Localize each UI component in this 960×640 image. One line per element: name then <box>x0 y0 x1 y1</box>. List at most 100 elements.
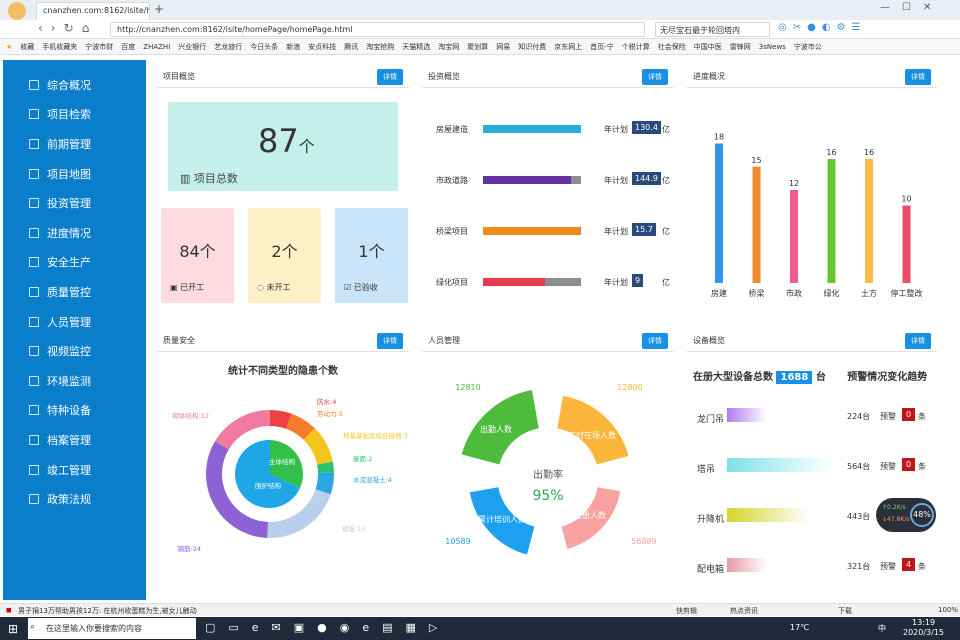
bookmark-item[interactable]: 收藏 <box>20 39 34 52</box>
browser-tab[interactable]: cnanzhen.com:8162/isite/hom <box>36 2 150 20</box>
investment-row-name: 市政道路 <box>436 176 468 185</box>
investment-plan-label: 年计划 <box>604 227 628 236</box>
sidebar-item[interactable]: 综合概况 <box>3 70 146 100</box>
browser-tab-bar: cnanzhen.com:8162/isite/hom + —☐✕ <box>0 0 960 20</box>
user-avatar[interactable] <box>8 2 26 20</box>
bookmark-item[interactable]: 百度 <box>121 39 135 52</box>
new-tab-icon[interactable]: + <box>154 2 164 16</box>
sidebar-item[interactable]: 环境监测 <box>3 366 146 396</box>
bookmark-item[interactable]: 淘宝抢购 <box>366 39 394 52</box>
bookmark-item[interactable]: 3sNews <box>759 40 786 51</box>
bookmark-item[interactable]: 安贞科技 <box>308 39 336 52</box>
sidebar-item[interactable]: 项目地图 <box>3 159 146 189</box>
personnel-detail-button[interactable]: 详情 <box>642 332 668 349</box>
inner-label-enclosure: 围护结构 <box>255 481 282 490</box>
bookmark-item[interactable]: 兴业银行 <box>178 39 206 52</box>
bookmark-item[interactable]: 个税计算 <box>622 39 650 52</box>
personnel-segment-label: 出勤人数 <box>480 424 512 434</box>
bookmark-item[interactable]: ZHAZHI <box>143 40 170 51</box>
investment-plan-label: 年计划 <box>604 125 628 134</box>
bookmark-item[interactable]: 京东网上 <box>554 39 582 52</box>
sidebar-item[interactable]: 质量管控 <box>3 277 146 307</box>
status-item-3[interactable]: 下载 <box>838 606 852 616</box>
bookmark-item[interactable]: 宁波市财 <box>85 39 113 52</box>
bookmark-item[interactable]: 知识付费 <box>518 39 546 52</box>
nav-arrows-icon[interactable]: ‹›↻⌂ <box>38 21 97 35</box>
bookmark-item[interactable]: 网易 <box>496 39 510 52</box>
bookmark-item[interactable]: 雷锋网 <box>730 39 751 52</box>
bookmark-item[interactable]: 淘宝网 <box>438 39 459 52</box>
sidebar-item-label: 安全生产 <box>47 256 91 270</box>
equipment-detail-button[interactable]: 详情 <box>905 332 931 349</box>
progress-bar <box>790 190 798 283</box>
sidebar-item[interactable]: 项目检索 <box>3 100 146 130</box>
bookmark-star-icon[interactable]: ★ <box>6 40 12 51</box>
sidebar-item-label: 视频监控 <box>47 345 91 359</box>
progress-panel: 进度概况 详情 18 房建 15 桥梁 12 市政 16 绿化 16 土方 10 停工整改 <box>687 66 937 310</box>
url-input[interactable]: http://cnanzhen.com:8162/isite/homePage/… <box>110 22 645 37</box>
bookmark-item[interactable]: 今日头条 <box>250 39 278 52</box>
windows-start-icon[interactable]: ⊞ <box>8 622 18 636</box>
sidebar-item-label: 项目地图 <box>47 167 91 181</box>
equipment-bar <box>727 458 831 472</box>
taskbar-app-icons[interactable]: ▢▭e✉▣●◉e▤▦▷ <box>205 621 450 634</box>
news-icon: ◼ <box>6 606 12 614</box>
sidebar-item[interactable]: 进度情况 <box>3 218 146 248</box>
investment-currency: 亿 <box>662 278 670 287</box>
bookmark-item[interactable]: 新浪 <box>286 39 300 52</box>
sidebar-item-label: 政策法规 <box>47 493 91 507</box>
equipment-total-value: 1688 <box>776 371 813 384</box>
quality-slice-label: 屋面:2 <box>353 455 372 463</box>
sidebar-item[interactable]: 政策法规 <box>3 484 146 514</box>
toolbar-icons[interactable]: ◎✂●◐⚙☰ <box>778 22 956 37</box>
quality-title: 质量安全 <box>163 336 195 345</box>
quality-slice-label: 防水:4 <box>317 397 336 406</box>
sidebar-item[interactable]: 安全生产 <box>3 248 146 278</box>
sidebar-item[interactable]: 视频监控 <box>3 336 146 366</box>
progress-bar <box>752 166 761 283</box>
sidebar-item[interactable]: 前期管理 <box>3 129 146 159</box>
equipment-row-name: 升降机 <box>697 515 725 525</box>
sidebar-item[interactable]: 人员管理 <box>3 307 146 337</box>
quality-detail-button[interactable]: 详情 <box>377 332 403 349</box>
bookmark-item[interactable]: 宁波市公 <box>794 39 822 52</box>
sidebar-item[interactable]: 投资管理 <box>3 188 146 218</box>
sidebar-item-label: 进度情况 <box>47 226 91 240</box>
project-total-card: 87个 ▥ 项目总数 <box>168 102 398 191</box>
status-item-2[interactable]: 热点资讯 <box>730 606 758 616</box>
progress-bar-value: 16 <box>864 148 874 157</box>
browser-search-input[interactable]: 无尽宝石最于轮回塔内 <box>655 22 770 37</box>
sidebar-item[interactable]: 竣工管理 <box>3 455 146 485</box>
net-speed-widget[interactable]: ↑0.2K/s ↓47.8K/s 48% <box>876 498 936 532</box>
investment-detail-button[interactable]: 详情 <box>642 68 668 85</box>
taskbar-ime[interactable]: 中 <box>878 623 886 634</box>
bookmark-item[interactable]: 艺龙旅行 <box>214 39 242 52</box>
menu-item-icon <box>29 109 39 120</box>
status-item-1[interactable]: 快剪辑 <box>676 606 697 616</box>
bookmark-item[interactable]: 首页-宁 <box>590 39 614 52</box>
progress-bar-value: 10 <box>901 195 911 204</box>
project-detail-button[interactable]: 详情 <box>377 68 403 85</box>
progress-bar-chart: 18 房建 15 桥梁 12 市政 16 绿化 16 土方 10 停工整改 <box>711 133 923 299</box>
bookmark-item[interactable]: 中国中医 <box>694 39 722 52</box>
project-status-card[interactable]: 2个 ◌ 未开工 <box>248 208 321 303</box>
status-zoom[interactable]: 100% <box>938 606 958 614</box>
taskbar-search-input[interactable]: 在这里输入你要搜索的内容 <box>28 618 196 639</box>
bookmark-item[interactable]: 手机收藏夹 <box>42 39 77 52</box>
investment-bar-track <box>483 278 581 286</box>
progress-detail-button[interactable]: 详情 <box>905 68 931 85</box>
window-controls-icon[interactable]: —☐✕ <box>880 2 943 13</box>
taskbar-clock[interactable]: 13:19 2020/3/15 <box>903 618 944 638</box>
equipment-warn-label: 预警 <box>880 562 896 571</box>
bookmark-item[interactable]: 社会保险 <box>658 39 686 52</box>
bookmark-item[interactable]: 天猫精选 <box>402 39 430 52</box>
status-news[interactable]: 男子捐13万帮助男孩12万: 在杭州收蛋糕为生,被女儿触动 <box>18 606 197 616</box>
sidebar-item[interactable]: 特种设备 <box>3 396 146 426</box>
bookmark-item[interactable]: 聚划算 <box>467 39 488 52</box>
investment-plan-value: 130.4 <box>632 121 661 134</box>
project-status-card[interactable]: 84个 ▣ 已开工 <box>161 208 234 303</box>
bookmark-item[interactable]: 腾讯 <box>344 39 358 52</box>
sidebar-item[interactable]: 档案管理 <box>3 425 146 455</box>
project-status-card[interactable]: 1个 ☑ 已验收 <box>335 208 408 303</box>
investment-bar-fill <box>483 227 581 235</box>
